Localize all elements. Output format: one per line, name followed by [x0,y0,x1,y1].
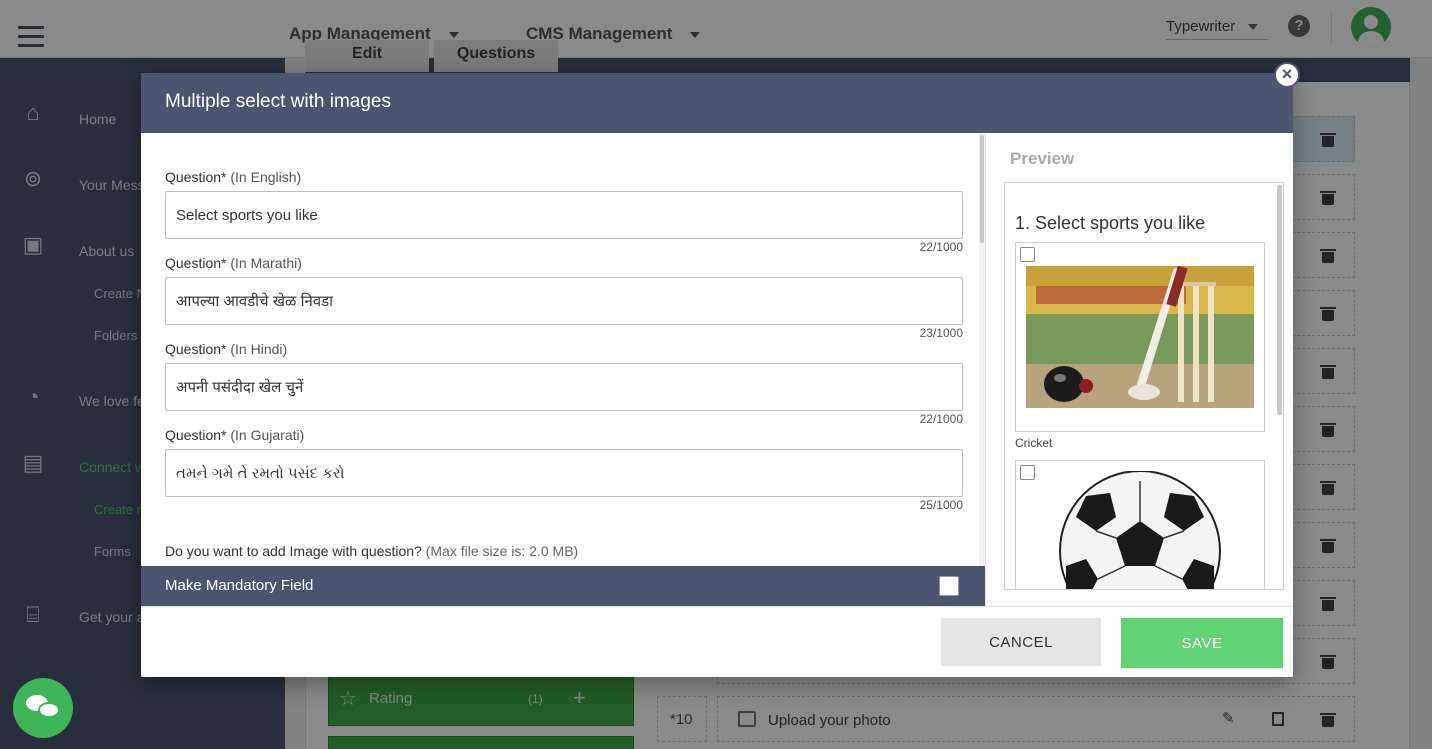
preview-option-card[interactable] [1015,460,1265,589]
modal-header: Multiple select with images [141,73,1293,133]
question-input-marathi[interactable] [165,277,963,325]
preview-option-label: Cricket [1015,436,1053,450]
question-label-marathi: Question* (In Marathi) [165,255,302,271]
cancel-button[interactable]: CANCEL [941,618,1101,666]
question-input-hindi[interactable] [165,363,963,411]
football-image [1059,471,1221,589]
char-count: 25/1000 [919,498,963,512]
mandatory-field-checkbox[interactable] [939,576,959,596]
close-icon[interactable]: × [1274,62,1300,88]
question-label-gujarati: Question* (In Gujarati) [165,427,305,443]
preview-title: Preview [1010,149,1075,168]
save-button[interactable]: SAVE [1121,618,1283,668]
mandatory-field-bar: Make Mandatory Field [141,566,985,606]
question-input-english[interactable] [165,191,963,239]
image-question-label: Do you want to add Image with question? … [165,543,579,559]
question-label-english: Question* (In English) [165,169,302,185]
cricket-image [1026,266,1254,408]
preview-box: 1. Select sports you like Cricket [1004,182,1284,590]
question-modal: Multiple select with images Question* (I… [141,73,1293,677]
question-input-gujarati[interactable] [165,449,963,497]
preview-scrollbar[interactable] [1277,185,1282,415]
modal-footer: CANCEL SAVE [141,606,1293,677]
form-scrollbar-thumb[interactable] [980,135,984,243]
question-label-hindi: Question* (In Hindi) [165,341,288,357]
mandatory-field-label: Make Mandatory Field [165,577,314,594]
char-count: 22/1000 [919,240,963,254]
modal-title: Multiple select with images [165,91,391,112]
chat-icon[interactable] [13,678,73,738]
option-checkbox[interactable] [1020,247,1035,262]
char-count: 23/1000 [919,326,963,340]
preview-question: 1. Select sports you like [1015,213,1206,233]
char-count: 22/1000 [919,412,963,426]
preview-option-card[interactable] [1015,242,1265,432]
question-form: Question* (In English) 22/1000 Question*… [141,133,985,566]
preview-panel: Preview 1. Select sports you like Cricke… [985,133,1293,606]
